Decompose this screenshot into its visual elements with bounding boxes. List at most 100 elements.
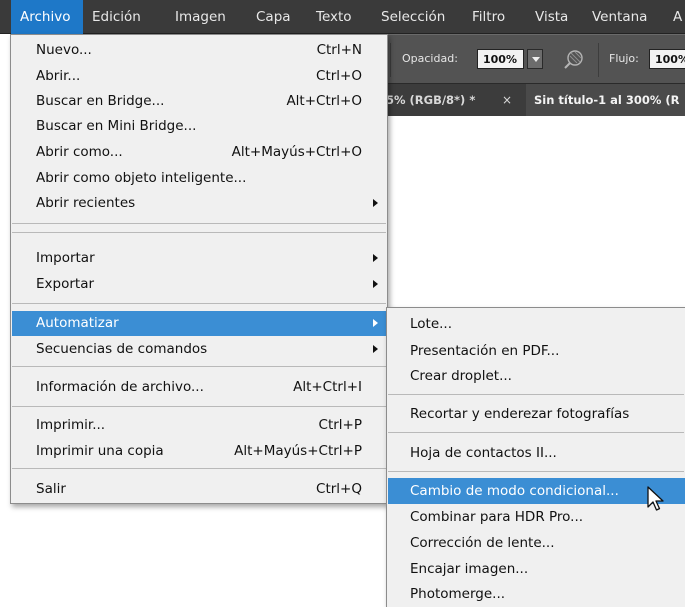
submenu-item-label: Recortar y enderezar fotografías <box>410 406 630 422</box>
mouse-cursor-icon <box>647 486 664 511</box>
menu-texto[interactable]: Texto <box>316 0 352 34</box>
document-canvas[interactable] <box>386 116 685 308</box>
menu-item-shortcut: Ctrl+Q <box>316 481 362 497</box>
submenu-item-recortar-y-enderezar[interactable]: Recortar y enderezar fotografías <box>388 401 685 427</box>
menu-seleccion[interactable]: Selección <box>381 0 445 34</box>
menu-item-label: Abrir como objeto inteligente... <box>36 170 247 186</box>
submenu-item-combinar-para-hdr-pro[interactable]: Combinar para HDR Pro... <box>388 504 685 530</box>
menu-item-label: Imprimir una copia <box>36 443 164 459</box>
options-divider <box>390 43 391 77</box>
submenu-item-label: Hoja de contactos II... <box>410 445 557 461</box>
menu-ayuda[interactable]: A <box>673 0 682 34</box>
menu-item-shortcut: Alt+Mayús+Ctrl+P <box>234 443 362 459</box>
menu-item-exportar[interactable]: Exportar <box>12 272 386 297</box>
menu-item-importar[interactable]: Importar <box>12 246 386 271</box>
submenu-arrow-icon <box>373 199 378 207</box>
submenu-item-photomerge[interactable]: Photomerge... <box>388 581 685 607</box>
menu-divider <box>388 471 684 472</box>
menu-item-label: Nuevo... <box>36 42 92 58</box>
flow-input[interactable]: 100% <box>649 49 685 69</box>
menu-item-label: Exportar <box>36 276 95 292</box>
submenu-item-crear-droplet[interactable]: Crear droplet... <box>388 363 685 389</box>
submenu-arrow-icon <box>373 280 378 288</box>
options-bar: Opacidad: 100% Flujo: 100% <box>386 34 685 84</box>
menu-item-shortcut: Ctrl+O <box>316 68 362 84</box>
menu-divider <box>12 468 386 469</box>
menu-divider <box>388 394 684 395</box>
menu-filtro[interactable]: Filtro <box>472 0 505 34</box>
submenu-item-hoja-de-contactos[interactable]: Hoja de contactos II... <box>388 440 685 466</box>
menu-item-label: Buscar en Mini Bridge... <box>36 118 197 134</box>
submenu-arrow-icon <box>373 319 378 327</box>
menu-item-label: Abrir como... <box>36 144 123 160</box>
menu-bar: Archivo Edición Imagen Capa Texto Selecc… <box>0 0 685 34</box>
submenu-item-cambio-de-modo-condicional[interactable]: Cambio de modo condicional... <box>388 478 685 504</box>
menu-item-label: Imprimir... <box>36 417 106 433</box>
submenu-item-presentacion-en-pdf[interactable]: Presentación en PDF... <box>388 338 685 364</box>
menu-edicion[interactable]: Edición <box>92 0 141 34</box>
submenu-item-encajar-imagen[interactable]: Encajar imagen... <box>388 556 685 582</box>
menu-item-shortcut: Alt+Mayús+Ctrl+O <box>231 144 362 160</box>
menu-item-salir[interactable]: Salir Ctrl+Q <box>12 477 386 502</box>
menu-divider <box>12 303 386 304</box>
menu-item-imprimir[interactable]: Imprimir... Ctrl+P <box>12 413 386 438</box>
options-divider <box>598 43 599 77</box>
menu-divider <box>388 432 684 433</box>
submenu-arrow-icon <box>373 254 378 262</box>
document-tab-bar: 5% (RGB/8*) * × Sin título-1 al 300% (R <box>386 84 685 116</box>
file-menu: Nuevo... Ctrl+N Abrir... Ctrl+O Buscar e… <box>10 34 388 504</box>
menu-item-automatizar[interactable]: Automatizar <box>12 311 386 336</box>
menu-capa[interactable]: Capa <box>256 0 291 34</box>
menu-divider <box>12 223 386 224</box>
menu-item-abrir-recientes[interactable]: Abrir recientes <box>12 191 386 216</box>
submenu-item-label: Cambio de modo condicional... <box>410 483 619 499</box>
menu-item-shortcut: Ctrl+P <box>318 417 362 433</box>
airbrush-icon[interactable] <box>562 47 586 71</box>
menu-vista[interactable]: Vista <box>535 0 568 34</box>
opacity-input[interactable]: 100% <box>477 49 524 69</box>
menu-archivo[interactable]: Archivo <box>11 0 83 34</box>
submenu-item-label: Presentación en PDF... <box>410 343 560 359</box>
menu-item-informacion-de-archivo[interactable]: Información de archivo... Alt+Ctrl+I <box>12 375 386 400</box>
tab-document-1[interactable]: 5% (RGB/8*) * <box>386 84 475 116</box>
submenu-arrow-icon <box>373 345 378 353</box>
menu-item-abrir[interactable]: Abrir... Ctrl+O <box>12 64 386 89</box>
menu-divider <box>12 406 386 407</box>
menu-ventana[interactable]: Ventana <box>592 0 647 34</box>
submenu-item-label: Corrección de lente... <box>410 535 555 551</box>
menu-item-abrir-como[interactable]: Abrir como... Alt+Mayús+Ctrl+O <box>12 140 386 165</box>
menu-item-nuevo[interactable]: Nuevo... Ctrl+N <box>12 38 386 63</box>
opacity-dropdown-button[interactable] <box>527 49 543 69</box>
menu-item-label: Abrir recientes <box>36 195 136 211</box>
menu-item-secuencias-de-comandos[interactable]: Secuencias de comandos <box>12 337 386 362</box>
tab-document-2[interactable]: Sin título-1 al 300% (R <box>526 84 685 116</box>
menu-item-shortcut: Alt+Ctrl+I <box>293 379 362 395</box>
menu-item-abrir-como-objeto-inteligente[interactable]: Abrir como objeto inteligente... <box>12 166 386 191</box>
submenu-item-label: Crear droplet... <box>410 368 512 384</box>
menu-item-label: Salir <box>36 481 66 497</box>
menu-item-buscar-en-bridge[interactable]: Buscar en Bridge... Alt+Ctrl+O <box>12 89 386 114</box>
menu-item-label: Información de archivo... <box>36 379 204 395</box>
menu-imagen[interactable]: Imagen <box>175 0 226 34</box>
menu-item-shortcut: Ctrl+N <box>316 42 362 58</box>
menu-item-label: Importar <box>36 250 95 266</box>
submenu-item-label: Encajar imagen... <box>410 561 529 577</box>
submenu-item-label: Lote... <box>410 316 453 332</box>
automate-submenu: Lote... Presentación en PDF... Crear dro… <box>386 307 685 607</box>
menu-divider <box>12 232 386 233</box>
menu-item-label: Buscar en Bridge... <box>36 93 165 109</box>
menu-item-imprimir-una-copia[interactable]: Imprimir una copia Alt+Mayús+Ctrl+P <box>12 439 386 464</box>
menu-item-label: Secuencias de comandos <box>36 341 208 357</box>
menu-item-label: Abrir... <box>36 68 81 84</box>
submenu-item-correccion-de-lente[interactable]: Corrección de lente... <box>388 530 685 556</box>
menu-item-label: Automatizar <box>36 315 119 331</box>
menu-item-buscar-en-mini-bridge[interactable]: Buscar en Mini Bridge... <box>12 114 386 139</box>
flow-label: Flujo: <box>609 52 639 65</box>
menu-divider <box>12 366 386 367</box>
submenu-item-label: Combinar para HDR Pro... <box>410 509 584 525</box>
submenu-item-label: Photomerge... <box>410 586 506 602</box>
close-tab-icon[interactable]: × <box>502 84 512 116</box>
submenu-item-lote[interactable]: Lote... <box>388 311 685 337</box>
opacity-label: Opacidad: <box>402 52 458 65</box>
menu-item-shortcut: Alt+Ctrl+O <box>286 93 362 109</box>
